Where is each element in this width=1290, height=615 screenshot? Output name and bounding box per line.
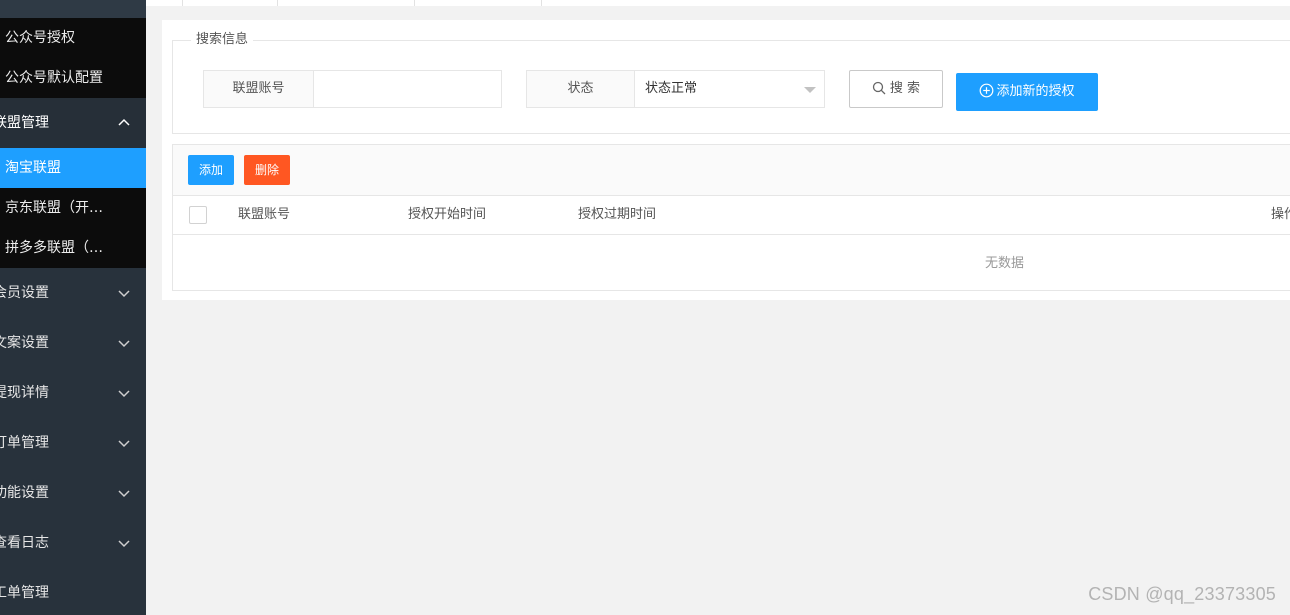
chevron-down-icon: [118, 518, 130, 568]
sidebar-group-label: 查看日志: [0, 535, 49, 551]
add-button[interactable]: 添加: [188, 155, 234, 185]
tab-divider: [541, 0, 542, 6]
sidebar: 公众号授权 公众号默认配置 联盟管理 淘宝联盟 京东联盟（开… 拼多多联盟（… …: [0, 0, 146, 615]
sidebar-group-tickets[interactable]: 工单管理: [0, 568, 146, 615]
tab-divider: [182, 0, 183, 6]
column-header-account: 联盟账号: [238, 207, 291, 222]
status-label: 状态: [527, 71, 635, 107]
search-fieldset: 搜索信息 联盟账号 状态 状态正常 搜 索 添加新的授权: [172, 32, 1290, 134]
column-header-start-time: 授权开始时间: [408, 207, 487, 222]
content-card: 搜索信息 联盟账号 状态 状态正常 搜 索 添加新的授权 添加 删除 联盟账号 …: [162, 20, 1290, 300]
status-form-item: 状态 状态正常: [526, 70, 825, 108]
sidebar-top-strip: [0, 0, 146, 18]
chevron-down-icon: [118, 318, 130, 368]
sidebar-group-label: 会员设置: [0, 285, 49, 301]
empty-state-text: 无数据: [985, 256, 1025, 271]
account-input[interactable]: [314, 71, 501, 107]
sidebar-group-label: 工单管理: [0, 585, 49, 601]
sidebar-group-alliance[interactable]: 联盟管理: [0, 98, 146, 148]
sidebar-item-taobao[interactable]: 淘宝联盟: [0, 148, 146, 188]
sidebar-group-label: 订单管理: [0, 435, 49, 451]
account-form-item: 联盟账号: [203, 70, 502, 108]
sidebar-group-features[interactable]: 功能设置: [0, 468, 146, 518]
select-all-checkbox[interactable]: [189, 206, 207, 224]
search-button[interactable]: 搜 索: [849, 70, 943, 108]
chevron-up-icon: [118, 98, 130, 148]
plus-circle-icon: [980, 83, 994, 98]
add-auth-button-label: 添加新的授权: [996, 84, 1075, 99]
column-header-actions: 操作: [1271, 207, 1290, 222]
sidebar-group-label: 联盟管理: [0, 115, 49, 131]
table-toolbar: 添加 删除: [173, 145, 1290, 196]
sidebar-group-label: 文案设置: [0, 335, 49, 351]
chevron-down-icon: [118, 468, 130, 518]
search-icon: [872, 81, 886, 95]
sidebar-group-label: 提现详情: [0, 385, 49, 401]
sidebar-group-orders[interactable]: 订单管理: [0, 418, 146, 468]
search-button-label: 搜 索: [889, 81, 921, 96]
search-legend: 搜索信息: [191, 32, 254, 48]
sidebar-group-logs[interactable]: 查看日志: [0, 518, 146, 568]
account-label: 联盟账号: [204, 71, 314, 107]
dropdown-caret-icon[interactable]: [804, 87, 816, 93]
sidebar-item-wechat-auth[interactable]: 公众号授权: [0, 18, 146, 58]
column-header-expire-time: 授权过期时间: [578, 207, 657, 222]
delete-button[interactable]: 删除: [244, 155, 290, 185]
tab-divider: [277, 0, 278, 6]
status-select[interactable]: 状态正常: [635, 71, 824, 107]
watermark: CSDN @qq_23373305: [1088, 584, 1276, 604]
tabs-bar: [146, 0, 1290, 6]
sidebar-group-label: 功能设置: [0, 485, 49, 501]
main-content: 搜索信息 联盟账号 状态 状态正常 搜 索 添加新的授权 添加 删除 联盟账号 …: [146, 0, 1290, 615]
sidebar-item-jd[interactable]: 京东联盟（开…: [0, 188, 146, 228]
sidebar-group-withdraw[interactable]: 提现详情: [0, 368, 146, 418]
add-auth-button[interactable]: 添加新的授权: [956, 73, 1098, 111]
sidebar-item-wechat-default-config[interactable]: 公众号默认配置: [0, 58, 146, 98]
sidebar-group-member[interactable]: 会员设置: [0, 268, 146, 318]
sidebar-submenu-alliance: 淘宝联盟 京东联盟（开… 拼多多联盟（…: [0, 148, 146, 268]
data-table: 添加 删除 联盟账号 授权开始时间 授权过期时间 操作 无数据: [172, 144, 1290, 291]
sidebar-item-pdd[interactable]: 拼多多联盟（…: [0, 228, 146, 268]
sidebar-group-copywriting[interactable]: 文案设置: [0, 318, 146, 368]
tab-divider: [414, 0, 415, 6]
chevron-down-icon: [118, 368, 130, 418]
table-header: 联盟账号 授权开始时间 授权过期时间 操作: [173, 196, 1290, 235]
sidebar-submenu-wechat: 公众号授权 公众号默认配置: [0, 18, 146, 98]
chevron-down-icon: [118, 268, 130, 318]
chevron-down-icon: [118, 418, 130, 468]
